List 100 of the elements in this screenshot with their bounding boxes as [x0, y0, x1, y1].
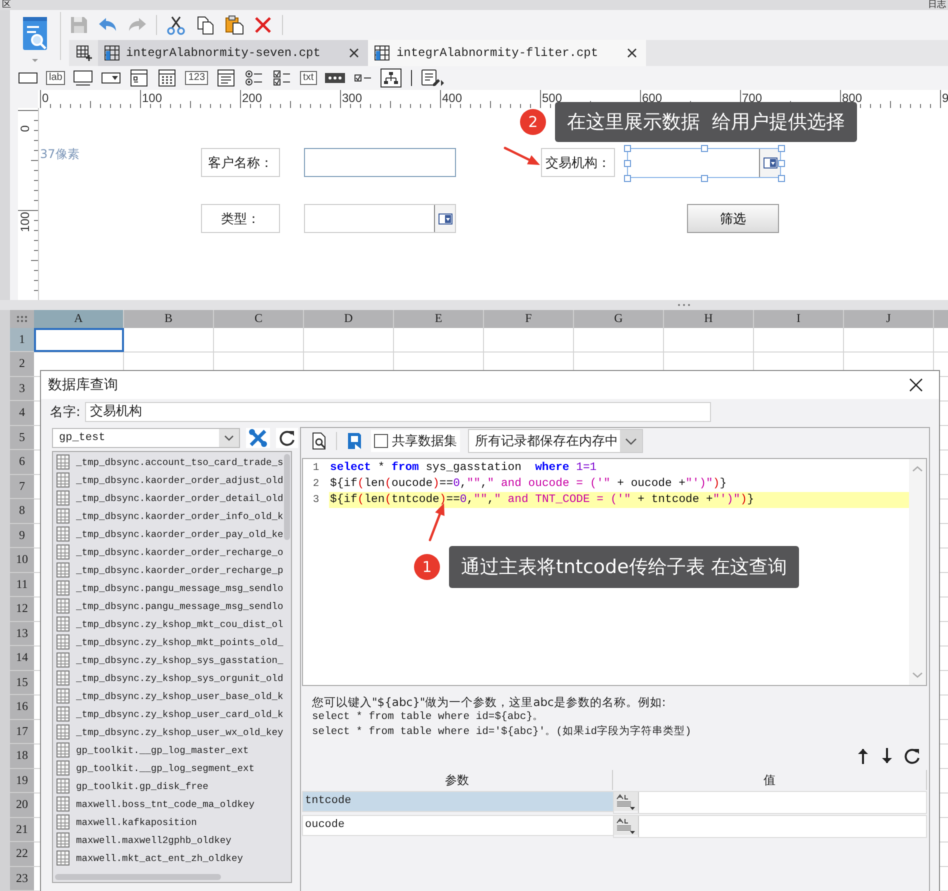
table-list-item[interactable]: _tmp_dbsync.account_tso_card_trade_s: [53, 453, 291, 471]
dropdown-button[interactable]: [434, 205, 455, 232]
dropdown-button[interactable]: [759, 149, 780, 177]
filter-button[interactable]: 筛选: [687, 204, 779, 233]
paste-icon[interactable]: [224, 15, 244, 35]
table-list-item[interactable]: _tmp_dbsync.zy_kshop_user_wx_old_key: [53, 723, 291, 741]
table-list-item[interactable]: _tmp_dbsync.zy_kshop_mkt_cou_dist_ol: [53, 615, 291, 633]
tools-icon[interactable]: [246, 428, 270, 448]
copy-icon[interactable]: [195, 15, 215, 35]
resize-handle[interactable]: [624, 160, 631, 167]
code-example: select * from table where id='${abc}'。(如果id字段为字符串类型): [312, 725, 692, 740]
close-icon[interactable]: [348, 47, 360, 59]
code-line: ${if(len(oucode)==0,""," and oucode = ('" + oucode +"')")}: [329, 476, 728, 492]
close-icon[interactable]: [626, 47, 638, 59]
help-text: 您可以键入"${abc}"做为一个参数，这里abc是参数的名称。例如:: [312, 695, 667, 710]
ruler-label: 500: [542, 91, 562, 105]
table-icon: [56, 796, 70, 812]
selected-cell[interactable]: [34, 328, 124, 352]
text-widget-button[interactable]: txt: [300, 71, 317, 85]
scrollbar[interactable]: [909, 459, 926, 685]
table-list-item[interactable]: gp_toolkit.gp_disk_free: [53, 777, 291, 795]
table-list-item[interactable]: _tmp_dbsync.pangu_message_msg_sendlo: [53, 579, 291, 597]
grip-icon[interactable]: [677, 303, 691, 307]
table-list-item[interactable]: _tmp_dbsync.kaorder_order_detail_old: [53, 489, 291, 507]
table-list-item[interactable]: _tmp_dbsync.kaorder_order_recharge_p: [53, 561, 291, 579]
text-area-icon[interactable]: [71, 68, 96, 88]
text-type-icon[interactable]: [614, 816, 638, 835]
resize-handle[interactable]: [701, 145, 708, 152]
table-list-item[interactable]: _tmp_dbsync.pangu_message_msg_sendlo: [53, 597, 291, 615]
new-sheet-icon[interactable]: [75, 44, 93, 62]
label-widget-button[interactable]: lab: [46, 71, 66, 85]
table-list-item[interactable]: _tmp_dbsync.zy_kshop_mkt_points_old_: [53, 633, 291, 651]
table-list-item[interactable]: maxwell.maxwell2gphb_oldkey: [53, 831, 291, 849]
table-cell[interactable]: tntcode: [302, 791, 613, 812]
combo-box[interactable]: [304, 204, 456, 233]
table-list-item[interactable]: _tmp_dbsync.kaorder_order_info_old_k: [53, 507, 291, 525]
scrollbar[interactable]: [284, 454, 290, 540]
delete-icon[interactable]: [253, 15, 273, 35]
file-tab[interactable]: integrAlabnormity-seven.cpt: [98, 40, 368, 66]
document-icon[interactable]: [345, 432, 363, 450]
resize-handle[interactable]: [778, 145, 785, 152]
refresh-icon[interactable]: [903, 747, 921, 765]
resize-handle[interactable]: [778, 160, 785, 167]
refresh-icon[interactable]: [276, 428, 298, 448]
cache-mode-dropdown[interactable]: 所有记录都保存在内存中: [468, 429, 643, 453]
checkbox-label: 共享数据集: [392, 433, 457, 450]
checkbox[interactable]: [374, 434, 388, 448]
name-field[interactable]: 交易机构: [85, 402, 711, 422]
cut-icon[interactable]: [166, 15, 186, 35]
table-list-item[interactable]: _tmp_dbsync.kaorder_order_adjust_old: [53, 471, 291, 489]
file-tab[interactable]: integrAlabnormity-fliter.cpt: [368, 40, 646, 66]
size-note: 37像素: [40, 146, 80, 163]
ruler-label: 700: [742, 91, 762, 105]
preview-icon[interactable]: [310, 432, 328, 450]
table-list-item[interactable]: gp_toolkit.__gp_log_segment_ext: [53, 759, 291, 777]
combo-box[interactable]: [627, 148, 781, 178]
table-icon: [56, 706, 70, 722]
resize-handle[interactable]: [701, 175, 708, 182]
table-list-item[interactable]: _tmp_dbsync.zy_kshop_user_base_old_k: [53, 687, 291, 705]
table-icon: [56, 724, 70, 740]
line-number: 2: [312, 477, 320, 492]
grip-icon[interactable]: [16, 314, 28, 323]
table-list-item[interactable]: _tmp_dbsync.kaorder_order_pay_old_ke: [53, 525, 291, 543]
table-icon: [56, 580, 70, 596]
form-edit-icon[interactable]: [420, 68, 444, 88]
table-icon: [56, 652, 70, 668]
scrollbar[interactable]: [55, 874, 221, 880]
value-field[interactable]: [638, 816, 926, 837]
table-icon: [56, 670, 70, 686]
tree-icon[interactable]: [378, 68, 403, 88]
ruler-label: 100: [18, 212, 32, 232]
table-cell[interactable]: oucode: [302, 815, 613, 836]
table-list-item[interactable]: gp_toolkit.__gp_log_master_ext: [53, 741, 291, 759]
value-field[interactable]: [638, 792, 926, 813]
table-list-item[interactable]: _tmp_dbsync.zy_kshop_sys_gasstation_: [53, 651, 291, 669]
dropdown-icon: [762, 157, 778, 169]
field-label: 交易机构：: [541, 148, 615, 177]
table-list-item[interactable]: maxwell.kafkaposition: [53, 813, 291, 831]
table-list-item[interactable]: _tmp_dbsync.zy_kshop_sys_orgunit_old: [53, 669, 291, 687]
text-type-icon[interactable]: [614, 792, 638, 811]
document-search-icon[interactable]: [21, 16, 49, 64]
resize-handle[interactable]: [624, 175, 631, 182]
menu-text[interactable]: 区: [0, 0, 13, 10]
row-header[interactable]: 1: [10, 328, 34, 352]
ruler-label: 600: [642, 91, 662, 105]
text-field[interactable]: [304, 148, 456, 177]
table-list-item[interactable]: _tmp_dbsync.zy_kshop_user_card_old_k: [53, 705, 291, 723]
chevron-down-icon: [219, 429, 239, 447]
resize-handle[interactable]: [778, 175, 785, 182]
table-icon: [56, 472, 70, 488]
table-list-item[interactable]: maxwell.mkt_act_ent_zh_oldkey: [53, 849, 291, 867]
number-widget-button[interactable]: 123: [185, 71, 208, 85]
table-icon: [56, 634, 70, 650]
table-list-item[interactable]: _tmp_dbsync.kaorder_order_recharge_o: [53, 543, 291, 561]
column-header[interactable]: A: [34, 310, 124, 328]
ruler-label: 400: [442, 91, 462, 105]
connection-dropdown[interactable]: gp_test: [52, 428, 240, 448]
table-list-item[interactable]: maxwell.boss_tnt_code_ma_oldkey: [53, 795, 291, 813]
close-icon[interactable]: [909, 378, 923, 392]
resize-handle[interactable]: [624, 145, 631, 152]
